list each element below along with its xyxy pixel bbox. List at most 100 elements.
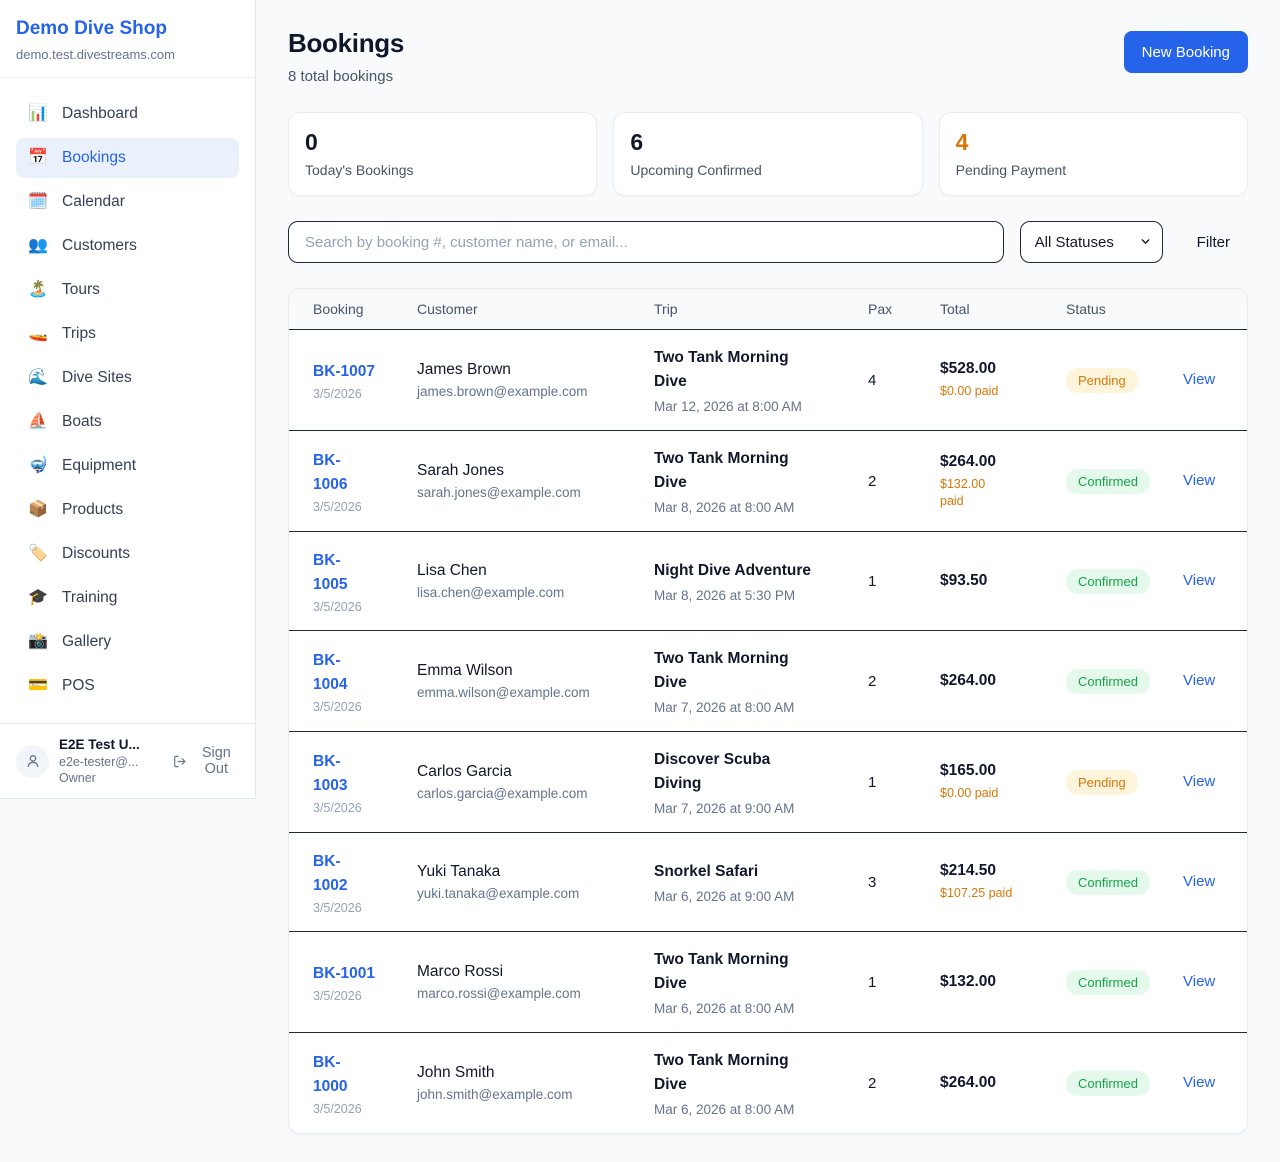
total-cell: $264.00 [924,1033,1050,1134]
sidebar-item-label: Products [62,501,123,519]
graduation-cap-icon: 🎓 [27,590,49,606]
column-header-pax: Pax [852,289,924,330]
view-link[interactable]: View [1183,672,1215,689]
table-row: BK-10023/5/2026Yuki Tanakayuki.tanaka@ex… [289,833,1248,932]
booking-date: 3/5/2026 [313,1102,385,1116]
booking-link[interactable]: BK-1000 [313,1051,347,1099]
sidebar-item-boats[interactable]: ⛵Boats [16,402,239,442]
trip-datetime: Mar 6, 2026 at 8:00 AM [654,1102,836,1117]
sidebar-item-bookings[interactable]: 📅 Bookings [16,138,239,178]
sidebar-item-label: Trips [62,325,96,343]
booking-link[interactable]: BK-1005 [313,549,347,597]
status-select[interactable]: All Statuses [1020,221,1163,263]
table-header-row: BookingCustomerTripPaxTotalStatus [289,289,1248,330]
view-link[interactable]: View [1183,472,1215,489]
view-link[interactable]: View [1183,1074,1215,1091]
sidebar-item-label: Bookings [62,149,126,167]
trip-cell: Snorkel SafariMar 6, 2026 at 9:00 AM [638,833,852,932]
filter-button[interactable]: Filter [1179,234,1248,251]
page-title: Bookings [288,28,404,59]
view-link[interactable]: View [1183,973,1215,990]
view-link[interactable]: View [1183,371,1215,388]
user-role: Owner [59,771,159,785]
pax-value: 2 [868,473,908,490]
pax-value: 4 [868,372,908,389]
status-badge: Confirmed [1066,870,1150,895]
stat-value: 6 [630,130,905,155]
total-amount: $264.00 [940,453,1034,471]
status-badge: Confirmed [1066,469,1150,494]
page-subtitle: 8 total bookings [288,68,404,85]
booking-link[interactable]: BK-1003 [313,750,347,798]
customer-email: carlos.garcia@example.com [417,786,622,801]
sidebar-item-training[interactable]: 🎓Training [16,578,239,618]
sidebar-item-pos[interactable]: 💳POS [16,666,239,706]
pax-cell: 4 [852,330,924,431]
sidebar-item-calendar[interactable]: 🗓️Calendar [16,182,239,222]
booking-link[interactable]: BK-1007 [313,360,375,384]
stat-label: Today's Bookings [305,162,580,178]
column-header-actions [1167,289,1248,330]
search-input[interactable] [288,221,1004,263]
trip-name: Snorkel Safari [654,860,836,884]
sidebar-item-label: Discounts [62,545,130,563]
sidebar-item-tours[interactable]: 🏝️Tours [16,270,239,310]
actions-cell: View [1167,631,1248,732]
sidebar-item-products[interactable]: 📦Products [16,490,239,530]
trip-cell: Two Tank MorningDiveMar 12, 2026 at 8:00… [638,330,852,431]
column-header-customer: Customer [401,289,638,330]
customer-cell: Yuki Tanakayuki.tanaka@example.com [401,833,638,932]
pax-value: 3 [868,874,908,891]
table-row: BK-10033/5/2026Carlos Garciacarlos.garci… [289,732,1248,833]
sidebar-item-discounts[interactable]: 🏷️Discounts [16,534,239,574]
customer-cell: Emma Wilsonemma.wilson@example.com [401,631,638,732]
paid-amount: $132.00paid [940,476,1034,510]
booking-link[interactable]: BK-1004 [313,649,347,697]
spiral-calendar-icon: 🗓️ [27,194,49,210]
status-cell: Pending [1050,330,1167,431]
sign-out-button[interactable]: Sign Out [173,745,239,777]
trip-name: Two Tank MorningDive [654,447,836,495]
sidebar-item-label: Dashboard [62,105,138,123]
customer-email: yuki.tanaka@example.com [417,886,622,901]
booking-link[interactable]: BK-1006 [313,449,347,497]
view-link[interactable]: View [1183,873,1215,890]
user-area: E2E Test U... e2e-tester@... Owner Sign … [0,723,255,798]
status-badge: Pending [1066,770,1138,795]
actions-cell: View [1167,932,1248,1033]
sidebar-item-gallery[interactable]: 📸Gallery [16,622,239,662]
column-header-total: Total [924,289,1050,330]
sidebar-item-customers[interactable]: 👥Customers [16,226,239,266]
sidebar-item-dashboard[interactable]: 📊Dashboard [16,94,239,134]
sidebar-item-label: Tours [62,281,100,299]
total-amount: $528.00 [940,360,1034,378]
sidebar-item-equipment[interactable]: 🤿Equipment [16,446,239,486]
booking-link[interactable]: BK-1001 [313,962,375,986]
calendar-date-icon: 📅 [27,150,49,166]
sidebar-item-dive-sites[interactable]: 🌊Dive Sites [16,358,239,398]
status-badge: Confirmed [1066,1071,1150,1096]
wave-icon: 🌊 [27,370,49,386]
booking-link[interactable]: BK-1002 [313,850,347,898]
sidebar-nav: 📊Dashboard 📅 Bookings 🗓️Calendar👥Customers🏝… [0,78,255,706]
actions-cell: View [1167,833,1248,932]
sidebar-item-label: POS [62,677,95,695]
view-link[interactable]: View [1183,572,1215,589]
user-info: E2E Test U... e2e-tester@... Owner [59,737,159,785]
trip-cell: Two Tank MorningDiveMar 6, 2026 at 8:00 … [638,1033,852,1134]
new-booking-button[interactable]: New Booking [1124,31,1248,73]
customer-name: Marco Rossi [417,963,622,981]
trip-datetime: Mar 7, 2026 at 9:00 AM [654,801,836,816]
paid-amount: $0.00 paid [940,785,1034,802]
column-header-trip: Trip [638,289,852,330]
total-cell: $264.00 $132.00paid [924,431,1050,532]
total-cell: $528.00$0.00 paid [924,330,1050,431]
sidebar-item-trips[interactable]: 🚤Trips [16,314,239,354]
pax-cell: 1 [852,732,924,833]
customer-cell: Marco Rossimarco.rossi@example.com [401,932,638,1033]
logout-icon [173,753,187,770]
diving-mask-icon: 🤿 [27,458,49,474]
customer-email: james.brown@example.com [417,384,622,399]
booking-cell: BK-10053/5/2026 [289,532,401,631]
view-link[interactable]: View [1183,773,1215,790]
